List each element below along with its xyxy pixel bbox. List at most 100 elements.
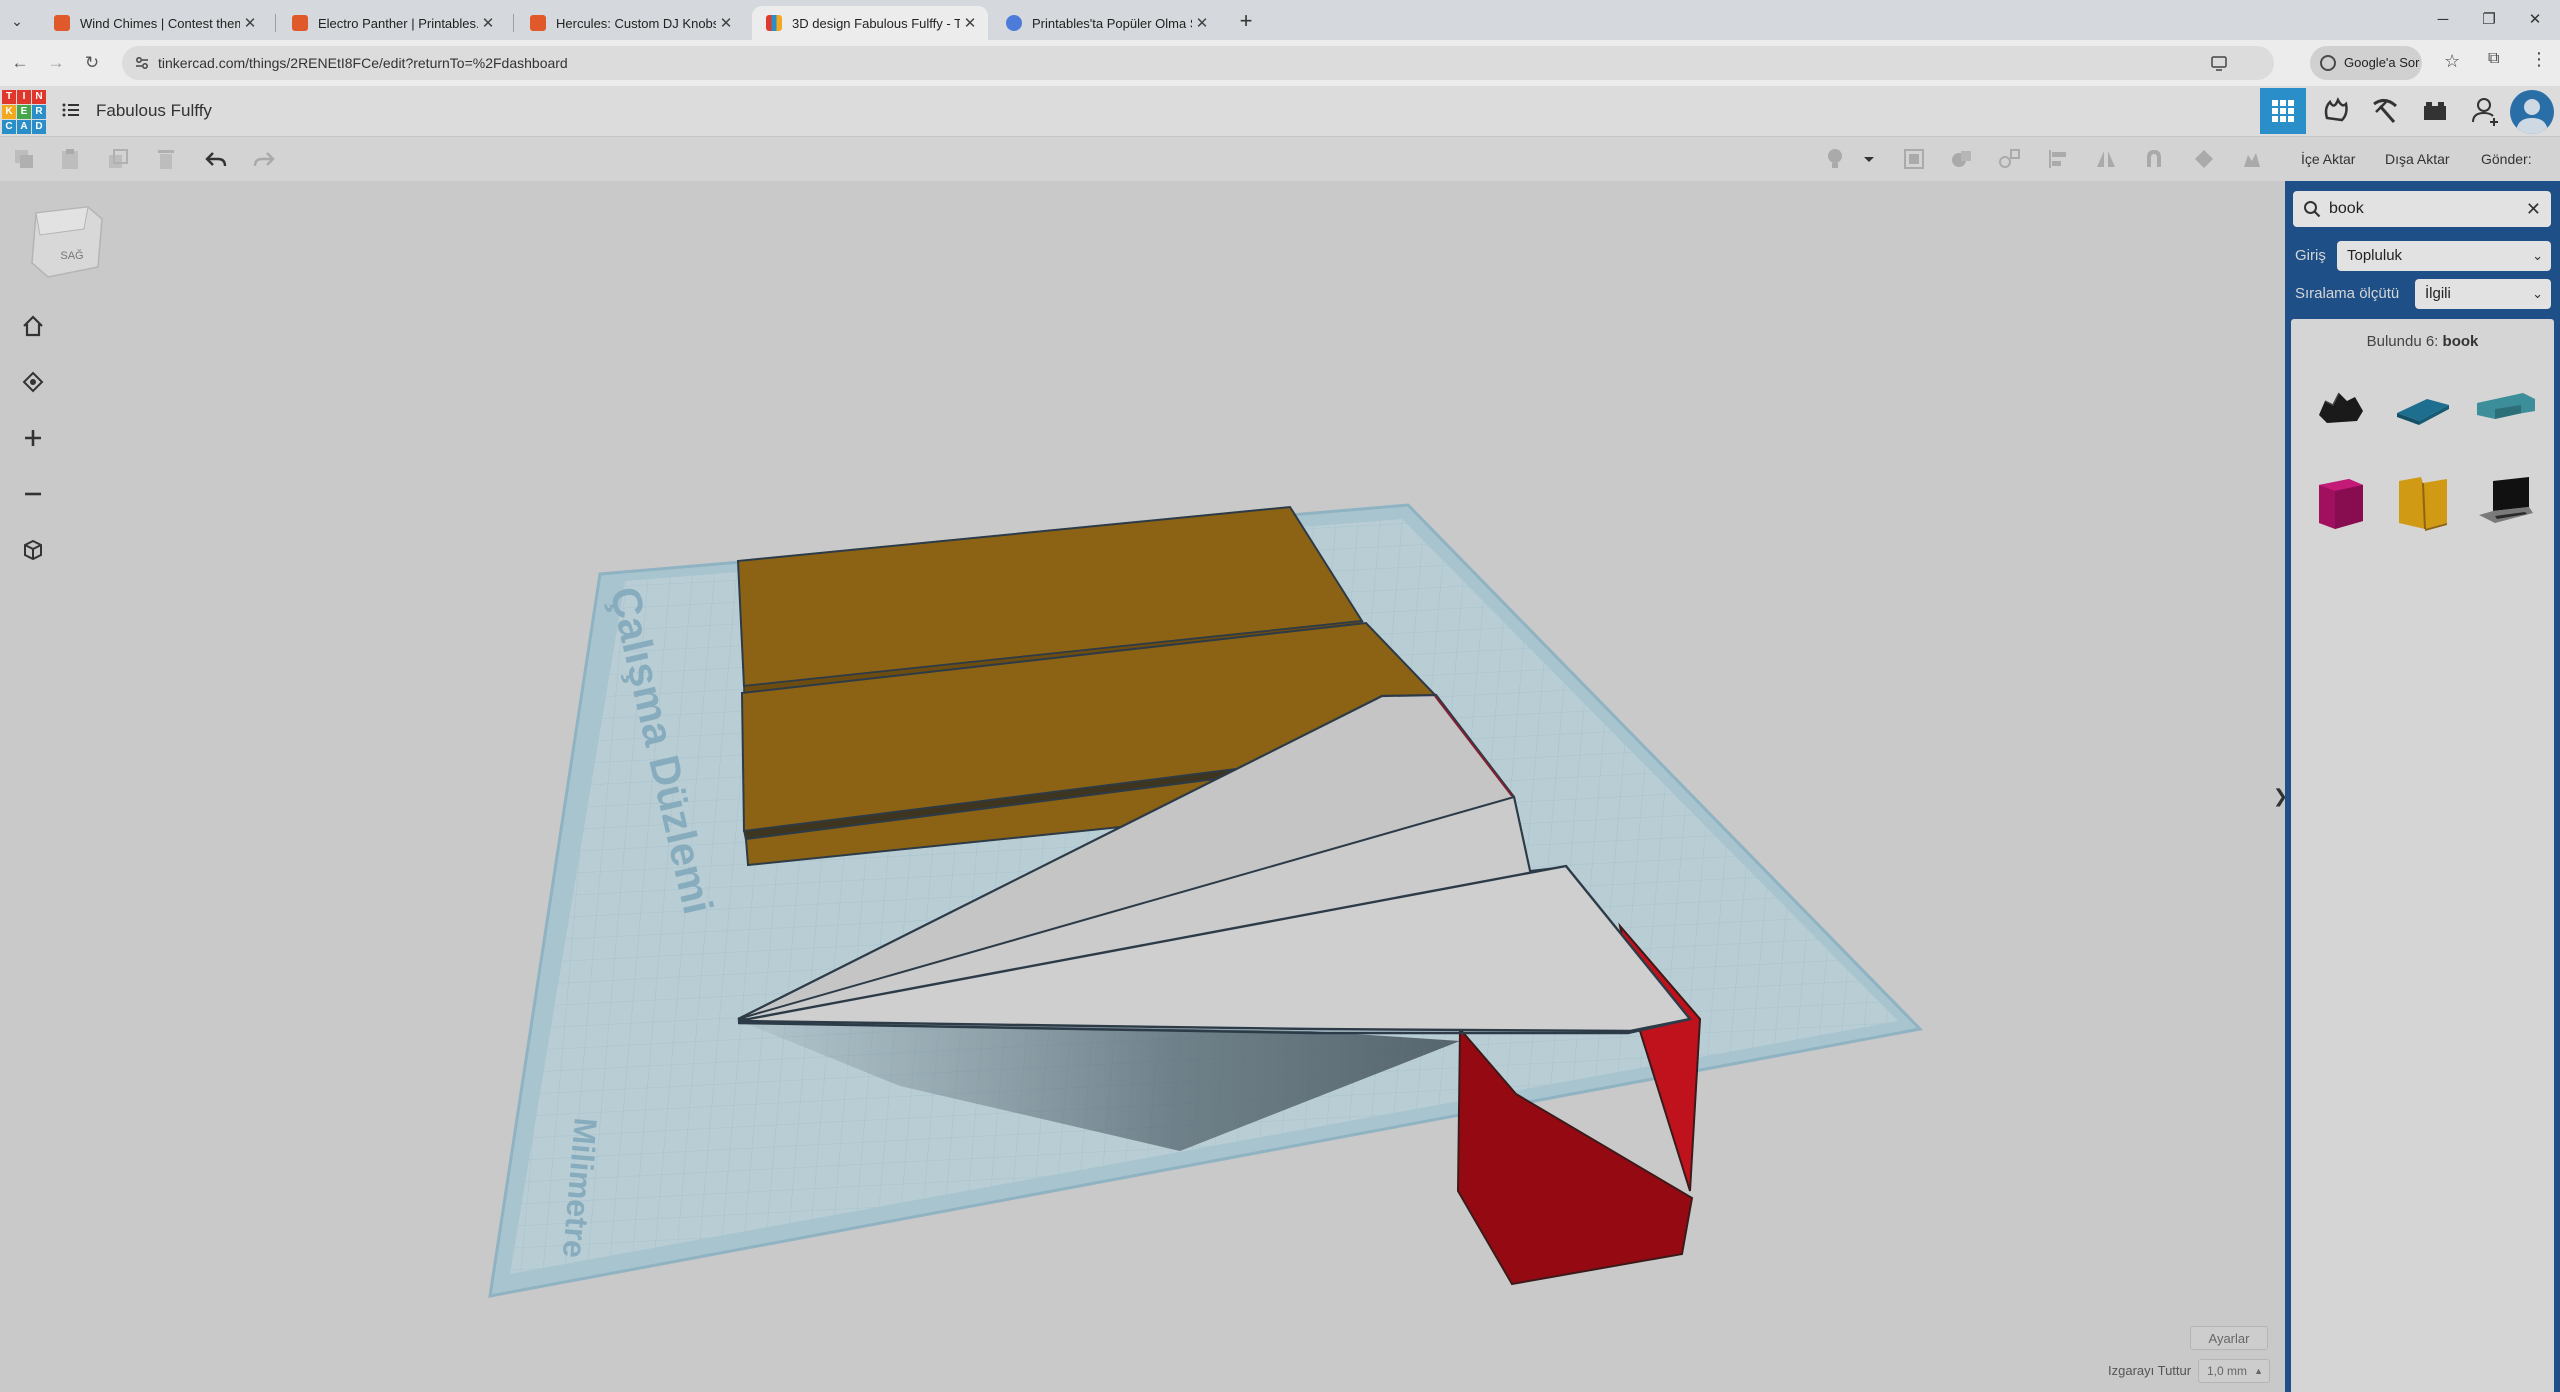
duplicate-icon[interactable] [106,147,130,171]
ungroup-icon[interactable] [1998,147,2022,171]
minimize-window-icon[interactable]: ─ [2420,4,2466,36]
new-tab-plus-icon[interactable]: + [1232,8,1260,36]
snap-grid-chevron-icon: ▲ [2254,1366,2263,1376]
reload-icon[interactable]: ↻ [80,51,104,75]
result-magenta-box[interactable] [2309,471,2373,535]
app-header: T I N K E R C A D Fabulous Fulffy [0,86,2560,137]
delete-icon[interactable] [154,147,178,171]
result-laptop[interactable] [2473,471,2537,535]
close-tab-icon[interactable]: ✕ [716,14,736,32]
align-icon[interactable] [2046,147,2070,171]
forward-arrow-icon[interactable]: → [44,51,68,75]
snap-grid-value: 1,0 mm [2207,1364,2248,1378]
home-view-button[interactable] [14,307,52,345]
export-button[interactable]: Dışa Aktar [2385,137,2450,181]
blocks-view-button[interactable] [2312,88,2358,134]
logo-letter: R [32,105,46,119]
import-button[interactable]: İçe Aktar [2301,137,2355,181]
result-blue-plate[interactable] [2391,375,2455,439]
google-ask-label: Google'a Sor [2344,55,2420,70]
paste-icon[interactable] [58,147,82,171]
close-tab-icon[interactable]: ✕ [240,14,260,32]
view-cube-face-label: SAĞ [60,249,83,262]
url-omnibox[interactable]: tinkercad.com/things/2RENEtI8FCe/edit?re… [122,46,2274,80]
3d-design-view-button[interactable] [2260,88,2306,134]
add-user-icon [2472,98,2498,126]
result-black-shape[interactable] [2309,375,2373,439]
browser-tab-5[interactable]: Printables'ta Popüler Olma Stra ✕ [992,6,1220,40]
results-count-prefix: Bulundu 6: [2366,333,2439,350]
design-list-icon[interactable] [62,101,80,119]
workplane-scene[interactable]: Çalışma Düzlemi Milimetre [0,181,2285,1392]
result-teal-bracket[interactable] [2473,375,2537,439]
fit-to-view-icon [22,371,44,393]
tinkercad-logo[interactable]: T I N K E R C A D [2,90,46,134]
back-arrow-icon[interactable]: ← [8,51,32,75]
perspective-toggle-button[interactable] [14,531,52,569]
undo-icon[interactable] [204,147,228,171]
close-window-icon[interactable]: ✕ [2512,4,2558,36]
fit-view-button[interactable] [14,363,52,401]
site-info-icon[interactable] [134,55,150,71]
invite-user-button[interactable] [2462,88,2508,134]
tab-title: Hercules: Custom DJ Knobs | C [556,15,716,31]
design-name[interactable]: Fabulous Fulffy [96,86,212,136]
shape-search-input[interactable] [2329,191,2509,227]
shapes-panel: ✕ Giriş Topluluk ⌄ Sıralama ölçütü İlgil… [2285,181,2560,1392]
align-view-icon[interactable] [1902,147,1926,171]
tinkercad-favicon-icon [766,15,782,31]
redo-icon[interactable] [252,147,276,171]
simulation-view-button[interactable] [2362,88,2408,134]
toolbar-actions: İçe Aktar Dışa Aktar Gönder: [2285,137,2560,181]
install-app-icon[interactable] [2210,54,2228,72]
browser-tab-1[interactable]: Wind Chimes | Contest theme | ✕ [40,6,268,40]
browser-tab-2[interactable]: Electro Panther | Printables.com ✕ [278,6,506,40]
settings-button[interactable]: Ayarlar [2190,1326,2268,1350]
shape-search-box[interactable]: ✕ [2293,191,2551,227]
sort-select-value: İlgili [2425,285,2451,302]
snap-grid-label: Izgarayı Tuttur [2108,1363,2192,1378]
user-avatar[interactable] [2510,90,2554,134]
copy-icon[interactable] [12,147,36,171]
zoom-out-button[interactable] [14,475,52,513]
browser-tab-4-active[interactable]: 3D design Fabulous Fulffy - Tin ✕ [752,6,988,40]
close-tab-icon[interactable]: ✕ [960,14,980,32]
clear-search-icon[interactable]: ✕ [2526,191,2541,227]
sort-select[interactable]: İlgili ⌄ [2415,279,2551,309]
tab-divider [275,14,276,32]
printables-favicon-icon [530,15,546,31]
3d-viewport[interactable]: Çalışma Düzlemi Milimetre SAĞ Ayarlar Iz… [0,181,2285,1392]
group-icon[interactable] [1950,147,1974,171]
tab-search-chevron-icon[interactable]: ⌄ [6,10,28,32]
notes-icon[interactable] [2240,147,2264,171]
google-ask-button[interactable]: Google'a Sor [2310,46,2422,80]
mirror-icon[interactable] [2094,147,2118,171]
send-to-button[interactable]: Gönder: [2481,137,2532,181]
view-cube[interactable]: SAĞ [26,205,106,285]
logo-letter: E [17,105,31,119]
cruise-icon[interactable] [2142,147,2166,171]
logo-letter: N [32,90,46,104]
zoom-in-button[interactable] [14,419,52,457]
snap-grid-select[interactable]: 1,0 mm ▲ [2198,1359,2270,1383]
close-tab-icon[interactable]: ✕ [1192,14,1212,32]
tab-title: Electro Panther | Printables.com [318,15,478,31]
ruler-icon[interactable] [2192,147,2216,171]
source-select[interactable]: Topluluk ⌄ [2337,241,2551,271]
close-tab-icon[interactable]: ✕ [478,14,498,32]
bookmark-star-icon[interactable]: ☆ [2444,51,2460,72]
light-dropdown-chevron-icon[interactable] [1862,147,1876,171]
bricks-view-button[interactable] [2412,88,2458,134]
browser-menu-icon[interactable]: ⋮ [2530,49,2548,70]
restore-window-icon[interactable]: ❐ [2466,4,2512,36]
tab-title: Printables'ta Popüler Olma Stra [1032,15,1192,31]
logo-letter: A [17,120,31,134]
collapse-panel-chevron-icon[interactable]: ❯ [2273,761,2285,831]
source-select-value: Topluluk [2347,247,2403,264]
result-yellow-book[interactable] [2391,471,2455,535]
light-bulb-icon[interactable] [1823,147,1847,171]
search-icon [2304,201,2321,218]
extensions-puzzle-icon[interactable]: ⧉ [2488,50,2499,68]
browser-tab-3[interactable]: Hercules: Custom DJ Knobs | C ✕ [516,6,744,40]
printables-favicon-icon [292,15,308,31]
